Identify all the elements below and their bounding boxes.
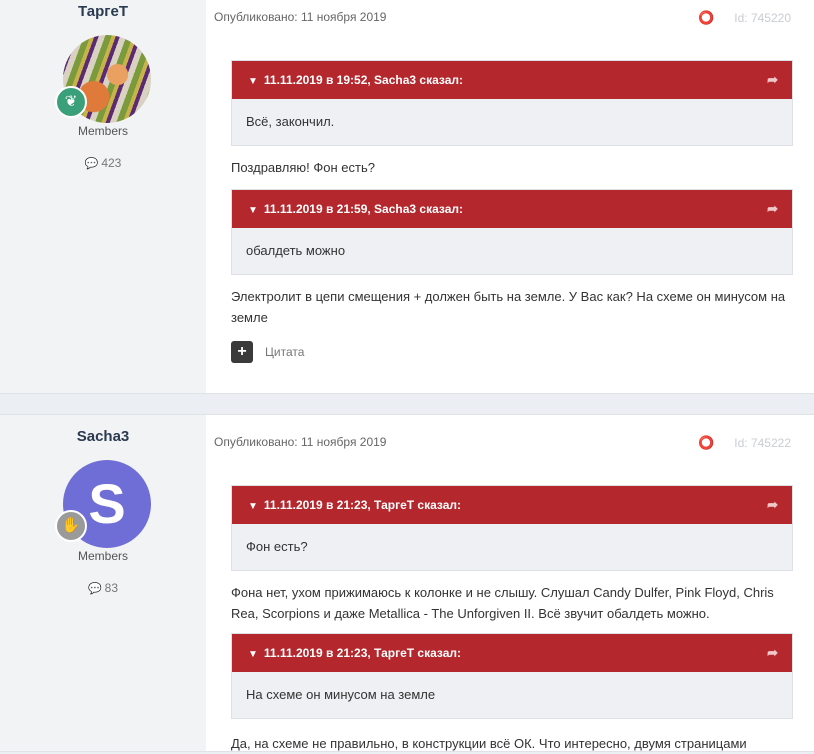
post-text: Да, на схеме не правильно, в конструкции… [231, 736, 747, 751]
post-meta: ⭕ Id: 745222 [698, 435, 791, 451]
post-text: Фона нет, ухом прижимаюсь к колонке и не… [231, 585, 774, 621]
quote-body: Фон есть? [246, 539, 308, 554]
quote-block: ▼ 11.11.2019 в 21:59, Sacha3 сказал: ➦ об… [231, 189, 793, 275]
post-actions: + Цитата [231, 341, 304, 363]
author-panel: ТаргеТ ❦ Members 💬 423 [0, 0, 206, 393]
quote-block: ▼ 11.11.2019 в 21:23, ТаргеТ сказал: ➦ На… [231, 633, 793, 719]
post-id[interactable]: Id: 745222 [734, 436, 791, 450]
post-text: Поздравляю! Фон есть? [231, 160, 375, 175]
post-meta: ⭕ Id: 745220 [698, 10, 791, 26]
post-count: 💬 83 [0, 581, 206, 595]
author-name-link[interactable]: Sacha3 [0, 428, 206, 445]
post-date: Опубликовано: 11 ноября 2019 [214, 10, 387, 24]
multiquote-button[interactable]: + [231, 341, 253, 363]
share-icon[interactable]: ⭕ [698, 10, 714, 25]
member-group: Members [77, 549, 128, 563]
share-arrow-icon[interactable]: ➦ [767, 486, 778, 524]
chevron-down-icon[interactable]: ▼ [248, 488, 258, 526]
quote-header[interactable]: ▼ 11.11.2019 в 21:59, Sacha3 сказал: ➦ [232, 190, 792, 228]
quote-block: ▼ 11.11.2019 в 19:52, Sacha3 сказал: ➦ Вс… [231, 60, 793, 146]
post-count: 💬 423 [0, 156, 206, 170]
quote-header[interactable]: ▼ 11.11.2019 в 21:23, ТаргеТ сказал: ➦ [232, 634, 792, 672]
share-arrow-icon[interactable]: ➦ [767, 190, 778, 228]
share-arrow-icon[interactable]: ➦ [767, 634, 778, 672]
post-date: Опубликовано: 11 ноября 2019 [214, 435, 387, 449]
author-panel: Sacha3 S ✋ Members 💬 83 [0, 415, 206, 751]
quote-header-text: 11.11.2019 в 21:23, ТаргеТ сказал: [263, 498, 462, 512]
quote-block: ▼ 11.11.2019 в 21:23, ТаргеТ сказал: ➦ Фо… [231, 485, 793, 571]
leaf-icon: ❦ [55, 86, 87, 118]
member-group: Members [77, 124, 128, 138]
author-name-link[interactable]: ТаргеТ [0, 3, 206, 20]
chevron-down-icon[interactable]: ▼ [248, 63, 258, 101]
quote-body: На схеме он минусом на земле [246, 687, 436, 702]
quote-header-text: 11.11.2019 в 21:59, Sacha3 сказал: [263, 202, 464, 216]
chevron-down-icon[interactable]: ▼ [248, 192, 258, 230]
post: ТаргеТ ❦ Members 💬 423 Опубликовано: 11 н… [0, 0, 814, 394]
quote-button[interactable]: Цитата [265, 345, 304, 359]
post-count-value: 423 [101, 156, 122, 170]
quote-body: обалдеть можно [246, 243, 346, 258]
hand-icon: ✋ [55, 510, 87, 542]
post-id[interactable]: Id: 745220 [734, 11, 791, 25]
post-text: Электролит в цепи смещения + должен быть… [231, 289, 786, 325]
chevron-down-icon[interactable]: ▼ [248, 636, 258, 674]
quote-header-text: 11.11.2019 в 19:52, Sacha3 сказал: [263, 73, 464, 87]
share-arrow-icon[interactable]: ➦ [767, 61, 778, 99]
comment-icon: 💬 [87, 583, 102, 595]
share-icon[interactable]: ⭕ [698, 435, 714, 450]
post: Sacha3 S ✋ Members 💬 83 Опубликовано: 11 … [0, 414, 814, 752]
quote-body: Всё, закончил. [246, 114, 335, 129]
quote-header[interactable]: ▼ 11.11.2019 в 19:52, Sacha3 сказал: ➦ [232, 61, 792, 99]
post-count-value: 83 [104, 581, 119, 595]
quote-header-text: 11.11.2019 в 21:23, ТаргеТ сказал: [263, 646, 462, 660]
quote-header[interactable]: ▼ 11.11.2019 в 21:23, ТаргеТ сказал: ➦ [232, 486, 792, 524]
comment-icon: 💬 [84, 158, 99, 170]
